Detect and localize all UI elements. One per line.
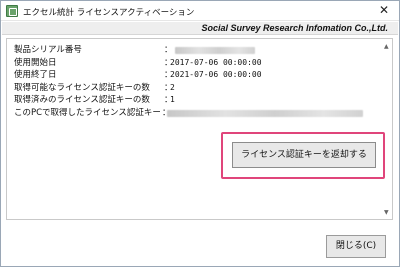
info-row-pc-key: このPCで取得したライセンス認証キー ： [14,107,374,120]
info-colon: ： [164,45,173,55]
info-row-available-keys: 取得可能なライセンス認証キーの数 ： 2 [14,82,374,95]
close-button[interactable]: 閉じる(C) [326,235,386,258]
activation-window: エクセル統計 ライセンスアクティベーション ✕ Social Survey Re… [0,0,400,267]
return-license-key-button[interactable]: ライセンス認証キーを返却する [232,142,376,168]
info-label: 製品シリアル番号 [14,45,82,55]
title-bar: エクセル統計 ライセンスアクティベーション ✕ [1,1,399,21]
redacted-license-key [167,109,363,117]
window-title: エクセル統計 ライセンスアクティベーション [23,8,195,18]
close-icon[interactable]: ✕ [375,3,393,19]
info-label: 使用終了日 [14,70,57,80]
scroll-up-icon[interactable]: ▲ [384,43,389,50]
info-row-start-date: 使用開始日 ： 2017-07-06 00:00:00 [14,57,374,70]
redacted-serial [175,47,255,54]
app-icon [6,5,18,17]
info-row-serial: 製品シリアル番号 ： [14,44,374,57]
info-label: このPCで取得したライセンス認証キー [14,107,161,118]
company-name: Social Survey Research Infomation Co.,Lt… [201,23,388,33]
info-label: 使用開始日 [14,57,57,68]
info-label: 取得済みのライセンス認証キーの数 [14,95,150,105]
info-panel: 製品シリアル番号 ： 使用開始日 ： 2017-07-06 00:00:00 使… [6,38,393,220]
company-header: Social Survey Research Infomation Co.,Lt… [2,22,398,35]
end-date-value: 2021-07-06 00:00:00 [170,70,262,79]
scroll-down-icon[interactable]: ▼ [384,209,389,216]
info-row-acquired-keys: 取得済みのライセンス認証キーの数 ： 1 [14,94,374,107]
info-row-end-date: 使用終了日 ： 2021-07-06 00:00:00 [14,69,374,82]
acquired-keys-value: 1 [170,95,175,104]
info-list: 製品シリアル番号 ： 使用開始日 ： 2017-07-06 00:00:00 使… [14,44,374,119]
info-label: 取得可能なライセンス認証キーの数 [14,82,150,93]
start-date-value: 2017-07-06 00:00:00 [170,57,262,67]
available-keys-value: 2 [170,82,175,92]
